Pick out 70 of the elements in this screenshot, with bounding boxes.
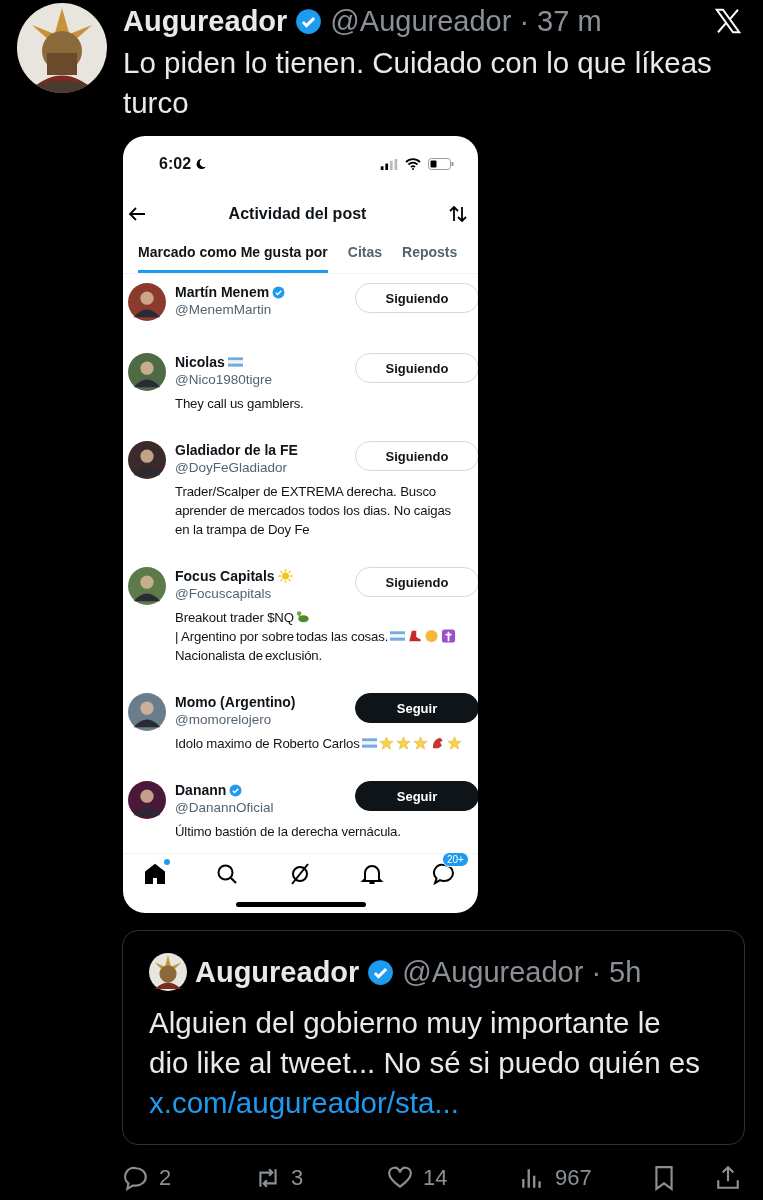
moon-icon [195,158,208,170]
user-handle: @Nico1980tigre [175,371,273,389]
bio-text: | Argentino por sobre [175,629,295,644]
action-count: 3 [291,1165,304,1191]
tab[interactable]: Reposts [402,236,458,273]
user-handle: @DoyFeGladiador [175,459,288,477]
star-icon [395,736,411,750]
tab[interactable]: Citas [347,236,383,273]
flag-icon [361,736,377,750]
follow-button[interactable]: Siguiendo [355,353,478,383]
flag-icon [227,355,243,369]
follow-button[interactable]: Siguiendo [355,567,478,597]
action-count: 2 [159,1165,172,1191]
user-name[interactable]: Martín Menem [175,283,270,301]
wifi-icon [405,158,421,170]
turtle-icon [295,610,311,624]
bio-text: They call us gamblers. [175,396,304,411]
author-name[interactable]: Augureador [123,4,288,38]
bio-text: exclusión. [264,648,323,663]
boot-icon [407,629,423,643]
author-handle: @Augureador · 5h [402,955,642,989]
status-time: 6:02 [159,155,192,173]
notification-dot [164,859,170,865]
count-badge: 20+ [442,852,469,867]
bio-text: Último bastión de la derecha vernácula. [175,824,401,839]
user-name[interactable]: Gladiador de la FE [175,441,298,459]
user-name[interactable]: Focus Capitals [175,567,275,585]
cross-icon [441,629,457,643]
bell-icon[interactable] [359,862,384,886]
follow-button[interactable]: Siguiendo [355,441,478,471]
follow-button[interactable]: Seguir [355,781,478,811]
user-handle: @MenemMartin [175,301,273,319]
flag-icon [390,629,406,643]
user-name[interactable]: Nicolas [175,353,225,371]
user-name[interactable]: Momo (Argentino) [175,693,296,711]
quoted-tweet-text: Alguien del gobierno muy importante le dio like al tweet... No sé si puedo quién es [149,1005,701,1081]
tweet-link[interactable]: x.com/augureador/sta... [149,1083,459,1123]
sun-icon [277,569,293,583]
user-name[interactable]: Danann [175,781,227,799]
bio-text: Nacionalista de [175,648,263,663]
heart-icon[interactable] [387,1165,413,1191]
battery-icon [428,158,454,170]
follow-button[interactable]: Seguir [355,693,478,723]
bio-text: todas las cosas. [296,629,389,644]
author-name[interactable]: Augureador [195,955,360,989]
action-count: 14 [423,1165,448,1191]
home-icon[interactable] [143,862,167,886]
x-logo-icon [713,6,743,36]
follow-button[interactable]: Siguiendo [355,283,478,313]
emoji-icon [424,629,440,643]
star-icon [412,736,428,750]
user-handle: @DanannOficial [175,799,275,817]
bio-text: Breakout trader $NQ [175,610,294,625]
chat-bubble-icon[interactable] [432,862,456,886]
quoted-tweet-card[interactable]: Augureador @Augureador · 5h Alguien del gobierno muy importante le dio like al tweet... No sé si puedo quién es x.com/augureador/sta... [122,930,745,1145]
author-handle: @Augureador · 37 m [330,4,602,38]
user-handle: @Focuscapitals [175,585,273,603]
action-count: 967 [555,1165,592,1191]
tweet-text: Lo piden lo tienen. Cuidado con lo que líkeas turco [123,45,713,121]
tab[interactable]: Marcado como Me gusta por [138,236,328,273]
user-handle: @momorelojero [175,711,273,729]
star-icon [378,736,394,750]
screen-title: Actividad del post [228,205,367,223]
signal-icon [380,158,398,170]
bio-text: Trader/Scalper de EXTREMA derecha. Busco aprender de mercados todos los dias. No caigas en la trampa de Doy Fe [175,484,452,537]
bio-text: Idolo maximo de Roberto Carlos [175,736,360,751]
sort-icon[interactable] [448,204,468,224]
star-icon [446,736,462,750]
reply-icon[interactable] [123,1165,149,1191]
share-icon[interactable] [715,1165,741,1191]
